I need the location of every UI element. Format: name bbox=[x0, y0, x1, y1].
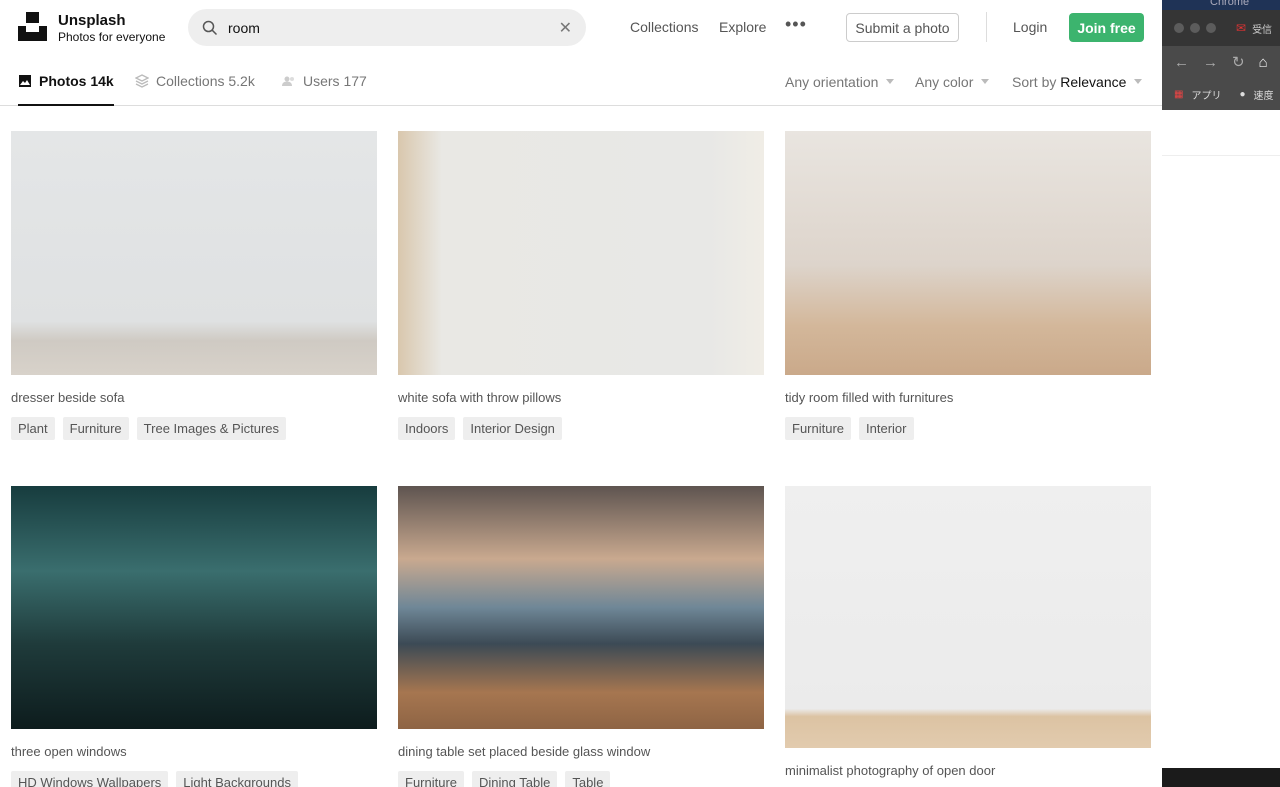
apps-icon: ▦ bbox=[1174, 88, 1184, 100]
window-maximize-icon[interactable] bbox=[1206, 23, 1216, 33]
search-input[interactable] bbox=[228, 19, 559, 36]
menu-bar: Chrome bbox=[1162, 0, 1280, 10]
tag[interactable]: HD Windows Wallpapers bbox=[11, 771, 169, 787]
collections-icon bbox=[135, 74, 149, 88]
photo-card: dining table set placed beside glass win… bbox=[398, 486, 764, 787]
photo-icon bbox=[19, 75, 31, 87]
tab-users[interactable]: Users 177 bbox=[282, 73, 367, 89]
tab-label: Users 177 bbox=[303, 73, 367, 89]
globe-icon: ● bbox=[1239, 88, 1246, 100]
photo-image[interactable] bbox=[398, 131, 764, 375]
brand-tagline: Photos for everyone bbox=[58, 30, 166, 44]
photo-image[interactable] bbox=[785, 486, 1151, 748]
sort-prefix: Sort by bbox=[1012, 74, 1057, 90]
brand-name: Unsplash bbox=[58, 12, 126, 29]
tab-photos[interactable]: Photos 14k bbox=[18, 73, 114, 106]
tag[interactable]: Furniture bbox=[785, 417, 852, 440]
submit-photo-button[interactable]: Submit a photo bbox=[846, 13, 959, 42]
color-label: Any color bbox=[915, 74, 974, 90]
photo-caption: minimalist photography of open door bbox=[785, 763, 996, 778]
sort-value: Relevance bbox=[1060, 74, 1127, 90]
search-bar: ✕ bbox=[188, 9, 586, 46]
join-free-button[interactable]: Join free bbox=[1069, 13, 1144, 42]
tag[interactable]: Furniture bbox=[62, 417, 129, 440]
forward-icon[interactable]: → bbox=[1203, 54, 1218, 71]
caret-down-icon bbox=[886, 79, 895, 88]
tab-collections[interactable]: Collections 5.2k bbox=[135, 73, 255, 89]
photo-image[interactable] bbox=[785, 131, 1151, 375]
tab-label: Collections 5.2k bbox=[156, 73, 255, 89]
photo-card: dresser beside sofa Plant Furniture Tree I… bbox=[11, 131, 377, 440]
photo-caption: white sofa with throw pillows bbox=[398, 390, 562, 405]
tag[interactable]: Table bbox=[565, 771, 611, 787]
chrome-toolbar: ✉ 受信 ← → ↻ ⌂ ▦ アプリ ● 速度 bbox=[1162, 10, 1280, 110]
back-icon[interactable]: ← bbox=[1174, 54, 1189, 71]
orientation-filter[interactable]: Any orientation bbox=[785, 74, 895, 90]
divider bbox=[1162, 155, 1280, 156]
unsplash-page: Unsplash Photos for everyone ✕ Collectio… bbox=[0, 0, 1162, 787]
photo-image[interactable] bbox=[398, 486, 764, 729]
window-minimize-icon[interactable] bbox=[1190, 23, 1200, 33]
photo-caption: dresser beside sofa bbox=[11, 390, 125, 405]
nav-explore[interactable]: Explore bbox=[719, 19, 766, 35]
tag[interactable]: Tree Images & Pictures bbox=[136, 417, 287, 440]
apps-bookmark[interactable]: アプリ bbox=[1191, 87, 1221, 102]
divider bbox=[986, 12, 987, 42]
caret-down-icon bbox=[981, 79, 990, 88]
sort-filter[interactable]: Sort by Relevance bbox=[1012, 74, 1143, 90]
more-icon[interactable]: ••• bbox=[785, 14, 807, 35]
tag[interactable]: Interior bbox=[859, 417, 914, 440]
nav-collections[interactable]: Collections bbox=[630, 19, 698, 35]
tag[interactable]: Interior Design bbox=[463, 417, 562, 440]
photo-image[interactable] bbox=[11, 486, 377, 729]
header: Unsplash Photos for everyone ✕ Collectio… bbox=[0, 0, 1162, 55]
photo-caption: three open windows bbox=[11, 744, 127, 759]
photo-caption: tidy room filled with furnitures bbox=[785, 390, 954, 405]
tab-label: Photos 14k bbox=[39, 73, 114, 89]
search-tabs: Photos 14k Collections 5.2k Users 177 An… bbox=[0, 55, 1162, 106]
window-close-icon[interactable] bbox=[1174, 23, 1184, 33]
photo-card: white sofa with throw pillows Indoors Int… bbox=[398, 131, 764, 440]
users-icon bbox=[282, 76, 294, 86]
tag[interactable]: Furniture bbox=[398, 771, 465, 787]
gmail-icon: ✉ bbox=[1236, 21, 1247, 35]
tag[interactable]: Light Backgrounds bbox=[176, 771, 298, 787]
bookmark[interactable]: 速度 bbox=[1254, 87, 1274, 102]
tag[interactable]: Plant bbox=[11, 417, 55, 440]
browser-tab[interactable]: 受信 bbox=[1252, 21, 1272, 36]
chrome-window-overlay: Chrome ✉ 受信 ← → ↻ ⌂ ▦ アプリ ● 速度 bbox=[1162, 0, 1280, 787]
reload-icon[interactable]: ↻ bbox=[1232, 53, 1245, 71]
photo-card: three open windows HD Windows Wallpapers… bbox=[11, 486, 377, 787]
unsplash-logo-icon[interactable] bbox=[18, 12, 47, 41]
photo-image[interactable] bbox=[11, 131, 377, 375]
caret-down-icon bbox=[1134, 79, 1143, 88]
search-icon bbox=[202, 20, 218, 35]
orientation-label: Any orientation bbox=[785, 74, 879, 90]
tag[interactable]: Indoors bbox=[398, 417, 456, 440]
login-link[interactable]: Login bbox=[1013, 19, 1047, 35]
tag[interactable]: Dining Table bbox=[472, 771, 558, 787]
color-filter[interactable]: Any color bbox=[915, 74, 990, 90]
clear-search-icon[interactable]: ✕ bbox=[559, 18, 572, 38]
window-bottom bbox=[1162, 768, 1280, 787]
home-icon[interactable]: ⌂ bbox=[1259, 54, 1268, 71]
photo-card: minimalist photography of open door bbox=[785, 486, 1151, 778]
brand[interactable]: Unsplash Photos for everyone bbox=[58, 12, 165, 44]
photo-caption: dining table set placed beside glass win… bbox=[398, 744, 651, 759]
photo-card: tidy room filled with furnitures Furnitu… bbox=[785, 131, 1151, 440]
